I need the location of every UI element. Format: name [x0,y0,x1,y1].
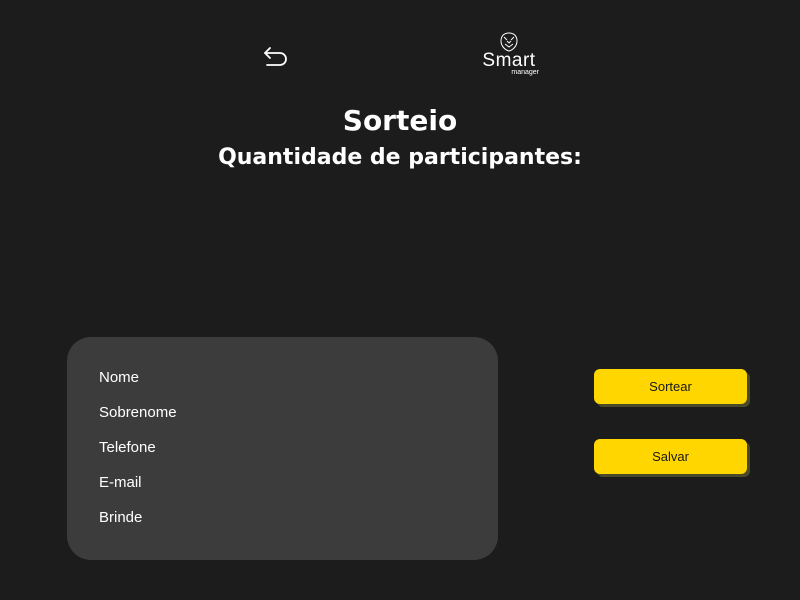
field-item-email[interactable]: E-mail [99,473,498,508]
back-button[interactable] [260,42,292,70]
field-item-brinde[interactable]: Brinde [99,508,498,543]
page-title: Sorteio [342,104,458,137]
draw-button[interactable]: Sortear [594,369,747,404]
lion-head-icon [500,32,518,52]
save-button[interactable]: Salvar [594,439,747,474]
participants-count-label: Quantidade de participantes: [218,145,582,170]
smart-manager-logo: Smart manager [474,32,544,78]
undo-arrow-icon [264,47,287,66]
field-item-nome[interactable]: Nome [99,368,498,403]
fields-card: Nome Sobrenome Telefone E-mail Brinde [67,337,498,560]
field-item-telefone[interactable]: Telefone [99,438,498,473]
field-item-sobrenome[interactable]: Sobrenome [99,403,498,438]
logo-wordmark: Smart [482,50,536,71]
